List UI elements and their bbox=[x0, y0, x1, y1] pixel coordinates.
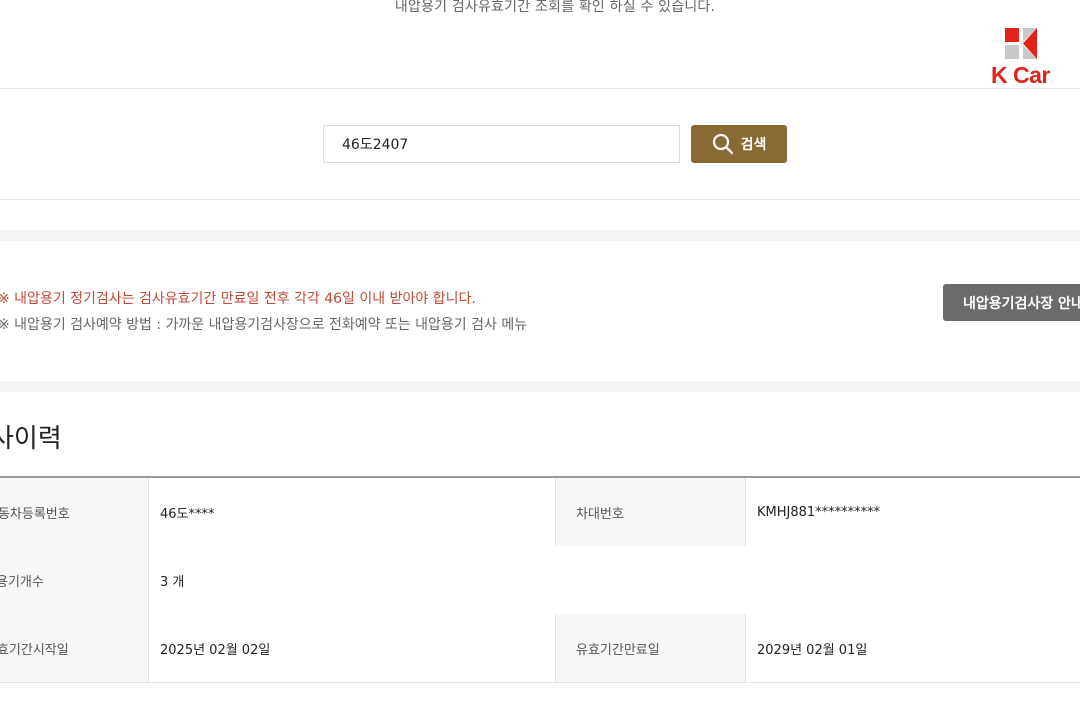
table-cell: 46도**** bbox=[149, 478, 555, 546]
table-cell: KMHJ881********** bbox=[746, 478, 1080, 546]
section-separator bbox=[0, 230, 1080, 241]
table-cell: 3 개 bbox=[149, 546, 1080, 614]
page-description: 내압용기 검사유효기간 조회를 확인 하실 수 있습니다. bbox=[394, 0, 716, 15]
section-separator bbox=[0, 381, 1080, 392]
section-title: 사이력 bbox=[0, 424, 62, 454]
search-icon bbox=[712, 133, 733, 155]
notice-reservation-method: ※ 내압용기 검사예약 방법 : 가까운 내압용기검사장으로 전화예약 또는 내… bbox=[0, 317, 528, 333]
table-cell: 2025년 02월 02일 bbox=[149, 614, 555, 682]
table-header-cell: 차대번호 bbox=[555, 478, 746, 546]
kcar-logo-icon bbox=[1005, 28, 1037, 59]
kcar-logo[interactable]: K Car bbox=[980, 18, 1066, 90]
table-cell: 2029년 02월 01일 bbox=[746, 614, 1080, 682]
table-header-cell: 용기개수 bbox=[0, 546, 149, 614]
table-row: 용기개수 3 개 bbox=[0, 546, 1080, 615]
divider bbox=[0, 199, 1080, 200]
table-header-cell: 유효기간만료일 bbox=[555, 614, 746, 682]
table-row: 유효기간시작일 2025년 02월 02일 유효기간만료일 2029년 02월 … bbox=[0, 614, 1080, 683]
search-button[interactable]: 검색 bbox=[691, 125, 787, 163]
vehicle-number-input[interactable] bbox=[323, 125, 680, 163]
search-button-label: 검색 bbox=[740, 137, 767, 153]
table-header-cell: 자동차등록번호 bbox=[0, 478, 149, 546]
kcar-logo-text: K Car bbox=[991, 62, 1050, 88]
notice-inspection-period: ※ 내압용기 정기검사는 검사유효기간 만료일 전후 각각 46일 이내 받아야… bbox=[0, 291, 476, 307]
table-row: 자동차등록번호 46도**** 차대번호 KMHJ881********** bbox=[0, 478, 1080, 547]
table-header-cell: 유효기간시작일 bbox=[0, 614, 149, 682]
divider bbox=[0, 88, 1080, 89]
inspection-center-guide-button[interactable]: 내압용기검사장 안내 bbox=[943, 284, 1080, 321]
